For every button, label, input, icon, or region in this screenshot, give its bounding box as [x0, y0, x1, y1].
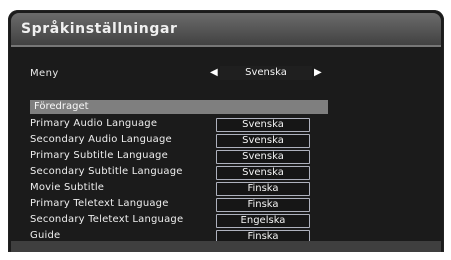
menu-label: Meny	[30, 68, 59, 79]
footer-bar	[11, 241, 441, 252]
setting-row-primary-teletext[interactable]: Primary Teletext Language Finska	[30, 196, 330, 212]
setting-value[interactable]: Svenska	[216, 118, 310, 132]
menu-language-selector[interactable]: Svenska	[220, 66, 312, 80]
setting-value[interactable]: Finska	[216, 182, 310, 196]
setting-value[interactable]: Svenska	[216, 150, 310, 164]
page-title: Språkinställningar	[21, 21, 178, 37]
setting-label: Movie Subtitle	[30, 182, 105, 193]
setting-value[interactable]: Engelska	[216, 214, 310, 228]
setting-value[interactable]: Svenska	[216, 134, 310, 148]
language-settings-list: Primary Audio Language Svenska Secondary…	[30, 116, 330, 244]
setting-row-primary-audio[interactable]: Primary Audio Language Svenska	[30, 116, 330, 132]
section-header-preferred: Föredraget	[30, 100, 328, 114]
setting-label: Primary Teletext Language	[30, 198, 169, 209]
setting-label: Primary Subtitle Language	[30, 150, 168, 161]
setting-label: Secondary Teletext Language	[30, 214, 184, 225]
setting-label: Secondary Subtitle Language	[30, 166, 183, 177]
setting-row-secondary-subtitle[interactable]: Secondary Subtitle Language Svenska	[30, 164, 330, 180]
title-divider	[11, 45, 441, 47]
setting-row-secondary-teletext[interactable]: Secondary Teletext Language Engelska	[30, 212, 330, 228]
setting-row-primary-subtitle[interactable]: Primary Subtitle Language Svenska	[30, 148, 330, 164]
left-arrow-icon[interactable]: ◀	[210, 67, 218, 78]
setting-value[interactable]: Svenska	[216, 166, 310, 180]
language-settings-panel: Språkinställningar Meny ◀ Svenska ▶ Före…	[8, 10, 444, 252]
setting-label: Secondary Audio Language	[30, 134, 172, 145]
setting-value[interactable]: Finska	[216, 198, 310, 212]
setting-row-secondary-audio[interactable]: Secondary Audio Language Svenska	[30, 132, 330, 148]
title-bar: Språkinställningar	[11, 13, 441, 47]
setting-row-movie-subtitle[interactable]: Movie Subtitle Finska	[30, 180, 330, 196]
setting-label: Primary Audio Language	[30, 118, 158, 129]
right-arrow-icon[interactable]: ▶	[314, 67, 322, 78]
